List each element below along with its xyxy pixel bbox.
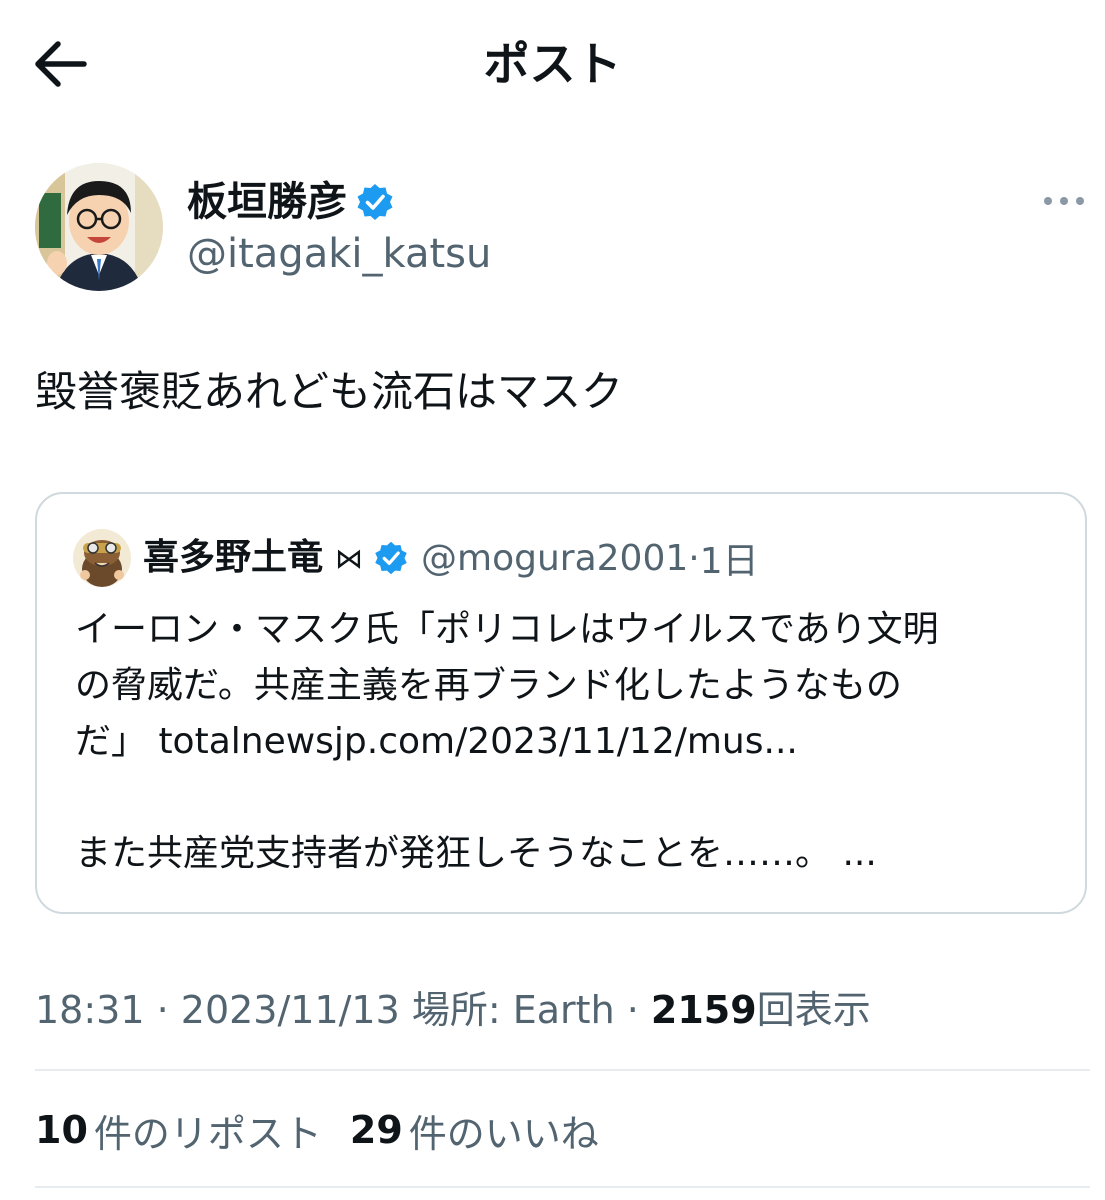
post-meta: 18:31 · 2023/11/13 場所: Earth · 2159回表示: [35, 982, 871, 1038]
views-count: 2159: [650, 988, 757, 1032]
meta-separator: ·: [144, 988, 181, 1032]
quoted-post-card[interactable]: 喜多野土竜 ⋈ @mogura2001 · 1日 イーロン・マスク氏「ポリコレは…: [35, 492, 1087, 914]
quoted-avatar: [73, 529, 131, 587]
engagement-stats: 10 件のリポスト 29 件のいいね: [35, 1100, 627, 1160]
quoted-text-gap: [75, 770, 1065, 826]
post-date: 2023/11/13: [180, 988, 400, 1032]
reposts-count: 10: [35, 1108, 88, 1152]
reposts-stat[interactable]: 10 件のリポスト: [35, 1103, 322, 1158]
verified-badge-icon: [375, 541, 407, 575]
meta-separator: ·: [614, 988, 651, 1032]
views-label: 回表示: [756, 988, 871, 1032]
author-handle[interactable]: @itagaki_katsu: [187, 228, 491, 280]
quoted-post-header: 喜多野土竜 ⋈ @mogura2001 · 1日: [73, 528, 759, 588]
quoted-text-line: だ」 totalnewsjp.com/2023/11/12/mus...: [75, 721, 798, 762]
likes-stat[interactable]: 29 件のいいね: [350, 1103, 599, 1158]
quoted-author-emoji: ⋈: [335, 541, 364, 575]
more-horizontal-icon: [1044, 197, 1084, 205]
author-name-row[interactable]: 板垣勝彦: [187, 175, 395, 229]
reposts-label: 件のリポスト: [93, 1111, 322, 1156]
more-options-button[interactable]: [1040, 186, 1088, 216]
quoted-author-name: 喜多野土竜: [143, 537, 324, 578]
quoted-timestamp: 1日: [699, 541, 759, 582]
quoted-avatar-illustration: [73, 529, 131, 587]
verified-badge-icon: [357, 184, 393, 220]
likes-count: 29: [349, 1108, 403, 1152]
avatar[interactable]: [35, 163, 163, 291]
top-bar: ポスト: [0, 0, 1105, 130]
quoted-author-handle: @mogura2001: [421, 537, 689, 579]
post-location: 場所: Earth: [399, 988, 615, 1032]
quoted-separator: ·: [688, 537, 700, 579]
author-avatar-illustration: [35, 163, 163, 291]
quoted-post-text: イーロン・マスク氏「ポリコレはウイルスであり文明 の脅威だ。共産主義を再ブランド…: [75, 602, 1065, 882]
author-name: 板垣勝彦: [187, 179, 347, 225]
divider: [35, 1186, 1090, 1188]
page-title: ポスト: [483, 37, 622, 91]
tweet-text: 毀誉褒貶あれども流石はマスク: [35, 367, 624, 416]
quoted-text-line: イーロン・マスク氏「ポリコレはウイルスであり文明: [75, 609, 939, 650]
likes-label: 件のいいね: [408, 1111, 599, 1156]
quoted-text-line: の脅威だ。共産主義を再ブランド化したようなもの: [75, 665, 902, 706]
divider: [35, 1069, 1090, 1071]
post-time: 18:31: [35, 988, 145, 1032]
quoted-text-line: また共産党支持者が発狂しそうなことを……。 ...: [75, 833, 877, 874]
